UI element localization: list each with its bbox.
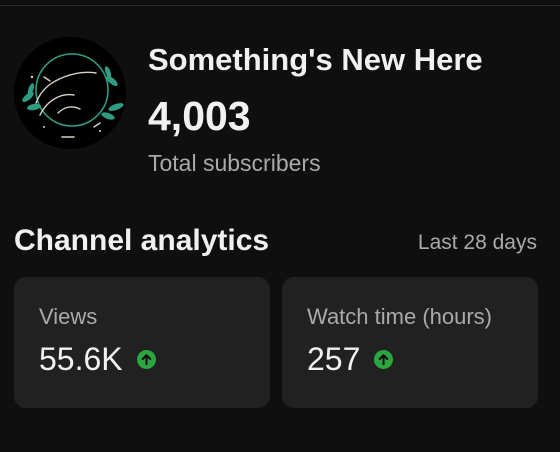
- views-value-row: 55.6K: [39, 341, 156, 378]
- arrow-up-circle-icon: [136, 350, 156, 369]
- channel-name: Something's New Here: [148, 42, 483, 77]
- top-divider: [0, 5, 560, 6]
- analytics-title: Channel analytics: [14, 224, 270, 257]
- watch-time-value-row: 257: [307, 341, 394, 378]
- arrow-up-circle-icon: [374, 350, 394, 369]
- analytics-period: Last 28 days: [417, 231, 537, 254]
- views-card[interactable]: Views 55.6K: [14, 277, 270, 408]
- watch-time-label: Watch time (hours): [307, 304, 493, 329]
- subscriber-count: 4,003: [148, 93, 251, 139]
- views-value: 55.6K: [39, 341, 123, 377]
- channel-avatar[interactable]: [14, 37, 126, 149]
- watch-time-value: 257: [307, 341, 361, 377]
- subscriber-label: Total subscribers: [148, 150, 321, 176]
- views-label: Views: [39, 304, 98, 329]
- watch-time-card[interactable]: Watch time (hours) 257: [282, 277, 538, 408]
- channel-logo-wreath-icon: [14, 37, 126, 149]
